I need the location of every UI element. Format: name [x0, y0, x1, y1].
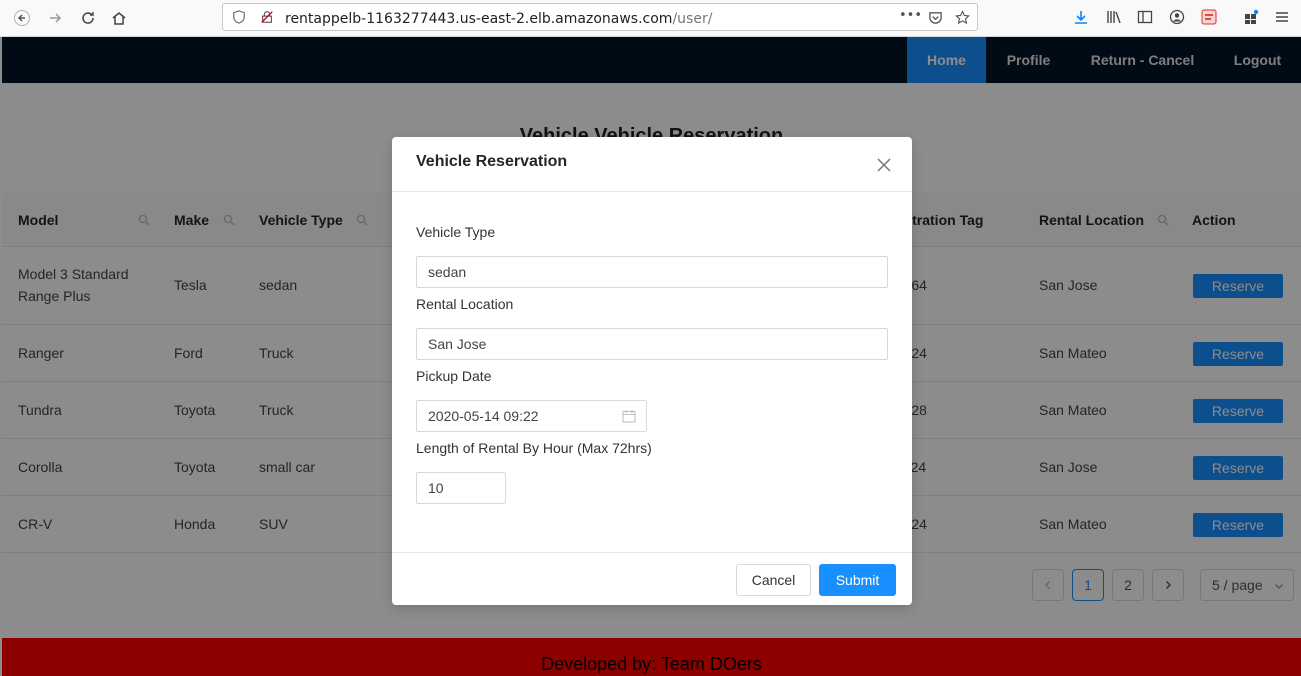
rental-location-input[interactable]: San Jose [416, 328, 888, 360]
submit-button[interactable]: Submit [819, 564, 896, 596]
url-text: rentappelb-1163277443.us-east-2.elb.amaz… [285, 8, 712, 27]
page-actions-menu[interactable]: ••• [899, 8, 922, 23]
rental-length-label: Length of Rental By Hour (Max 72hrs) [416, 440, 652, 456]
pickup-date-picker[interactable]: 2020-05-14 09:22 [416, 400, 647, 432]
home-button[interactable] [105, 4, 133, 32]
insecure-lock-icon[interactable] [259, 9, 275, 25]
reload-button[interactable] [74, 4, 102, 32]
arrow-left-icon [14, 10, 30, 26]
rental-location-label: Rental Location [416, 296, 514, 312]
pocket-icon[interactable] [927, 9, 943, 25]
close-icon[interactable] [876, 157, 892, 173]
extensions-button[interactable] [1240, 6, 1262, 28]
puzzle-icon [1245, 9, 1259, 24]
library-icon [1107, 11, 1121, 24]
vehicle-type-label: Vehicle Type [416, 224, 496, 240]
url-bar[interactable]: rentappelb-1163277443.us-east-2.elb.amaz… [222, 3, 978, 31]
cancel-button[interactable]: Cancel [736, 564, 811, 596]
modal-footer: Cancel Submit [392, 552, 912, 605]
url-host: rentappelb-1163277443.us-east-2.elb.amaz… [285, 10, 673, 27]
back-button[interactable] [8, 4, 36, 32]
reservation-modal: Vehicle Reservation Vehicle Type sedan R… [392, 137, 912, 605]
cors-extension-icon [1201, 9, 1217, 25]
library-button[interactable] [1103, 6, 1125, 28]
sidebar-icon [1137, 10, 1153, 24]
url-path: /user/ [672, 10, 713, 27]
download-icon [1075, 11, 1087, 24]
cors-extension-button[interactable] [1198, 6, 1220, 28]
bookmark-star-icon[interactable] [954, 9, 970, 25]
account-button[interactable] [1166, 6, 1188, 28]
sidebar-button[interactable] [1134, 6, 1156, 28]
calendar-icon [622, 410, 636, 423]
pickup-date-value: 2020-05-14 09:22 [428, 408, 539, 424]
forward-button[interactable] [41, 4, 69, 32]
account-icon [1169, 9, 1185, 25]
browser-toolbar: rentappelb-1163277443.us-east-2.elb.amaz… [0, 0, 1301, 37]
modal-title: Vehicle Reservation [416, 153, 568, 170]
vehicle-type-input[interactable]: sedan [416, 256, 888, 288]
pickup-date-label: Pickup Date [416, 368, 492, 384]
reload-icon [82, 12, 94, 24]
hamburger-menu-icon [1276, 12, 1288, 22]
modal-header: Vehicle Reservation [392, 137, 912, 192]
arrow-right-icon [50, 13, 62, 23]
rental-length-input[interactable]: 10 [416, 472, 506, 504]
downloads-button[interactable] [1070, 6, 1092, 28]
app-menu-button[interactable] [1271, 6, 1293, 28]
shield-icon[interactable] [231, 9, 247, 25]
home-icon [112, 12, 126, 25]
